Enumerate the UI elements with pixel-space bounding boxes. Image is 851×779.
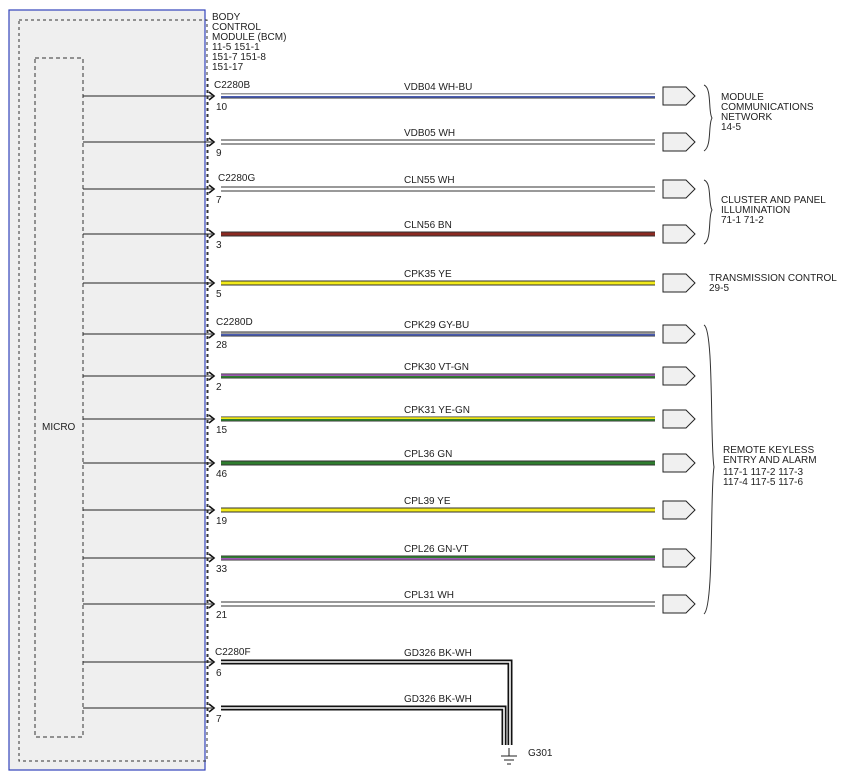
circuit-label: CPL31 WH xyxy=(404,590,454,601)
destination-line: 14-5 xyxy=(721,122,741,133)
destination-line: 29-5 xyxy=(709,283,729,294)
circuit-label: CPL26 GN-VT xyxy=(404,544,468,555)
destination-connector xyxy=(662,409,696,429)
destination-label: MODULE COMMUNICATIONS NETWORK 14-5 xyxy=(721,92,816,133)
pin-number: 2 xyxy=(216,382,222,393)
circuit-label: CPK30 VT-GN xyxy=(404,362,469,373)
destination-connector xyxy=(662,86,696,106)
ground-label: G301 xyxy=(528,748,553,759)
pin-number: 33 xyxy=(216,564,228,575)
circuit-label: GD326 BK-WH xyxy=(404,694,472,705)
pin-number: 46 xyxy=(216,469,228,480)
connector-label: C2280B xyxy=(214,80,250,91)
bracket xyxy=(703,84,713,152)
circuit-label: CPL39 YE xyxy=(404,496,451,507)
circuit-label: CPK31 YE-GN xyxy=(404,405,470,416)
destination-line: 117-4 117-5 117-6 xyxy=(723,477,803,488)
pin-number: 21 xyxy=(216,610,228,621)
wire-tracer xyxy=(221,707,505,745)
module-title: BODY CONTROL MODULE (BCM) 11-5 151-1 151… xyxy=(212,12,289,73)
wiring-diagram: MICRO BODY CONTROL MODULE (BCM) 11-5 151… xyxy=(8,9,839,771)
pin-number: 28 xyxy=(216,340,228,351)
destination-connector xyxy=(662,132,696,152)
circuit-label: VDB04 WH-BU xyxy=(404,82,472,93)
pin-number: 6 xyxy=(216,668,222,679)
pin-number: 9 xyxy=(216,148,222,159)
destination-connector xyxy=(662,179,696,199)
pin-number: 19 xyxy=(216,516,228,527)
connector-label: C2280F xyxy=(215,647,251,658)
destination-connector xyxy=(662,366,696,386)
module-title-line: 151-17 xyxy=(212,62,244,73)
destination-line: 71-1 71-2 xyxy=(721,215,764,226)
destination-line: ENTRY AND ALARM xyxy=(723,455,817,466)
pin-number: 15 xyxy=(216,425,228,436)
circuit-label: CLN55 WH xyxy=(404,175,455,186)
destination-label: CLUSTER AND PANEL ILLUMINATION 71-1 71-2 xyxy=(721,195,828,226)
connector-label: C2280G xyxy=(218,173,255,184)
connector-label: C2280D xyxy=(216,317,253,328)
ground-symbol xyxy=(501,748,517,765)
bracket xyxy=(703,324,715,615)
micro-label: MICRO xyxy=(42,422,76,433)
destination-connector xyxy=(662,224,696,244)
destination-connector xyxy=(662,273,696,293)
destination-label: TRANSMISSION CONTROL 29-5 xyxy=(709,273,839,294)
wire-outline xyxy=(221,705,507,745)
destination-connector xyxy=(662,548,696,568)
pin-number: 7 xyxy=(216,714,222,725)
circuit-label: CPL36 GN xyxy=(404,449,452,460)
bracket xyxy=(703,179,713,245)
pin-number: 7 xyxy=(216,195,222,206)
pin-number: 5 xyxy=(216,289,222,300)
circuit-label: VDB05 WH xyxy=(404,128,455,139)
circuit-label: CPK29 GY-BU xyxy=(404,320,469,331)
destination-connector xyxy=(662,324,696,344)
destination-label: REMOTE KEYLESS ENTRY AND ALARM 117-1 117… xyxy=(723,445,819,488)
destination-connector xyxy=(662,500,696,520)
circuit-label: CPK35 YE xyxy=(404,269,452,280)
destination-connector xyxy=(662,594,696,614)
pin-number: 10 xyxy=(216,102,228,113)
destination-connector xyxy=(662,453,696,473)
circuit-label: CLN56 BN xyxy=(404,220,452,231)
circuit-label: GD326 BK-WH xyxy=(404,648,472,659)
pin-number: 3 xyxy=(216,240,222,251)
module-box xyxy=(8,9,206,771)
